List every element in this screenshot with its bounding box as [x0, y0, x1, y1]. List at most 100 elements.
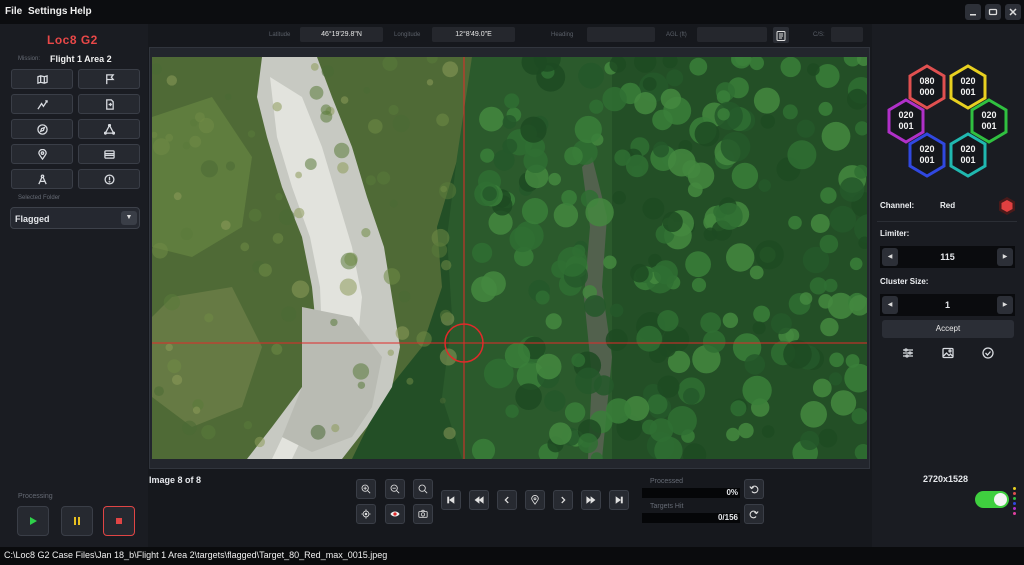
targets-hit-value: 0/156 [717, 513, 738, 522]
timer-icon [103, 173, 115, 185]
location-pin-icon [531, 495, 539, 505]
channel-hex-top-value: 020 [960, 76, 976, 86]
camera-button[interactable] [413, 504, 433, 524]
route-button[interactable] [11, 94, 73, 114]
last-image-button[interactable] [609, 490, 629, 510]
channel-hex-bottom-value: 001 [981, 121, 997, 131]
channel-hex-top-value: 020 [919, 144, 935, 154]
route-icon [36, 99, 48, 109]
flag-button[interactable] [78, 69, 140, 89]
crosshair-button[interactable] [356, 504, 376, 524]
minimize-icon [970, 14, 976, 16]
locate-button[interactable] [525, 490, 545, 510]
zoom-in-icon [361, 484, 371, 494]
channel-label: Channel: [880, 201, 915, 210]
play-icon [30, 517, 37, 525]
file-path: C:\Loc8 G2 Case Files\Jan 18_b\Flight 1 … [4, 550, 388, 560]
location-pin-icon [37, 148, 47, 160]
image-button[interactable] [937, 343, 959, 363]
eye-button[interactable] [385, 504, 405, 524]
triangle-nodes-button[interactable] [78, 119, 140, 139]
confirm-button[interactable] [977, 343, 999, 363]
channel-hex-top-value: 020 [981, 110, 997, 120]
previous-image-button[interactable] [497, 490, 517, 510]
limiter-decrement-button[interactable]: ◀ [882, 248, 898, 266]
zoom-in-button[interactable] [356, 479, 376, 499]
pause-button[interactable] [61, 506, 93, 536]
next-image-button[interactable] [553, 490, 573, 510]
stop-button[interactable] [103, 506, 135, 536]
channel-hex-top-value: 020 [898, 110, 914, 120]
close-icon [1009, 8, 1017, 16]
adjust-button[interactable] [897, 343, 919, 363]
aerial-image[interactable] [152, 57, 867, 459]
limiter-value[interactable]: 115 [880, 246, 1015, 268]
undo-icon [749, 485, 759, 494]
image-viewer[interactable] [149, 47, 870, 469]
cs-value [831, 27, 863, 42]
cluster-size-value[interactable]: 1 [880, 294, 1015, 316]
menu-bar: File Settings Help [0, 0, 1024, 24]
indicator-dot [1013, 512, 1016, 515]
folder-value: Flagged [15, 214, 50, 224]
channel-hex-top-value: 080 [919, 76, 935, 86]
cs-label: C/S: [813, 32, 825, 38]
agl-label: AGL (ft) [666, 32, 687, 38]
rewind-button[interactable] [469, 490, 489, 510]
sliders-icon [903, 348, 913, 358]
fast-forward-icon [586, 496, 596, 504]
maximize-button[interactable] [985, 4, 1001, 20]
status-bar: C:\Loc8 G2 Case Files\Jan 18_b\Flight 1 … [0, 547, 1024, 565]
indicator-dot [1013, 497, 1016, 500]
pause-icon [74, 517, 80, 525]
timer-button[interactable] [78, 169, 140, 189]
targets-hit-label: Targets Hit [650, 503, 684, 510]
limiter-label: Limiter: [880, 229, 910, 238]
channel-color-icon[interactable] [997, 196, 1017, 216]
redo-button[interactable] [744, 504, 764, 524]
menu-file[interactable]: File [5, 6, 22, 17]
menu-settings[interactable]: Settings [28, 6, 67, 17]
indicator-dot [1013, 492, 1016, 495]
overlay-toggle[interactable] [975, 491, 1009, 508]
fast-forward-button[interactable] [581, 490, 601, 510]
chevron-down-icon: ▼ [121, 211, 137, 225]
minimize-button[interactable] [965, 4, 981, 20]
chevron-left-icon [504, 496, 509, 504]
processing-label: Processing [18, 493, 53, 500]
undo-button[interactable] [744, 479, 764, 499]
image-icon [942, 347, 954, 359]
mission-value: Flight 1 Area 2 [50, 54, 112, 64]
compass-button[interactable] [11, 119, 73, 139]
compass-icon [36, 123, 48, 135]
channel-hex-bottom-value: 001 [919, 155, 935, 165]
first-image-button[interactable] [441, 490, 461, 510]
copy-coordinates-button[interactable] [773, 27, 789, 43]
measure-button[interactable] [11, 169, 73, 189]
menu-help[interactable]: Help [70, 6, 92, 17]
zoom-out-icon [390, 484, 400, 494]
map-button[interactable] [11, 69, 73, 89]
accept-button[interactable]: Accept [882, 320, 1014, 338]
cluster-increment-button[interactable]: ▶ [997, 296, 1013, 314]
channel-hex-6[interactable]: 020 001 [948, 132, 988, 178]
folder-dropdown[interactable]: Flagged ▼ [10, 207, 140, 229]
panel-button[interactable] [78, 144, 140, 164]
crosshair-icon [361, 509, 371, 519]
drafting-compass-icon [37, 173, 47, 184]
targets-hit-bar: 0/156 [642, 513, 740, 523]
export-button[interactable] [78, 94, 140, 114]
channel-hex-5[interactable]: 020 001 [907, 132, 947, 178]
limiter-increment-button[interactable]: ▶ [997, 248, 1013, 266]
zoom-out-button[interactable] [385, 479, 405, 499]
location-button[interactable] [11, 144, 73, 164]
processed-bar: 0% [642, 488, 740, 498]
maximize-icon [988, 8, 998, 16]
play-button[interactable] [17, 506, 49, 536]
cluster-size-label: Cluster Size: [880, 277, 929, 286]
divider [877, 221, 1017, 222]
zoom-fit-button[interactable] [413, 479, 433, 499]
file-export-icon [105, 98, 114, 110]
close-button[interactable] [1005, 4, 1021, 20]
cluster-decrement-button[interactable]: ◀ [882, 296, 898, 314]
